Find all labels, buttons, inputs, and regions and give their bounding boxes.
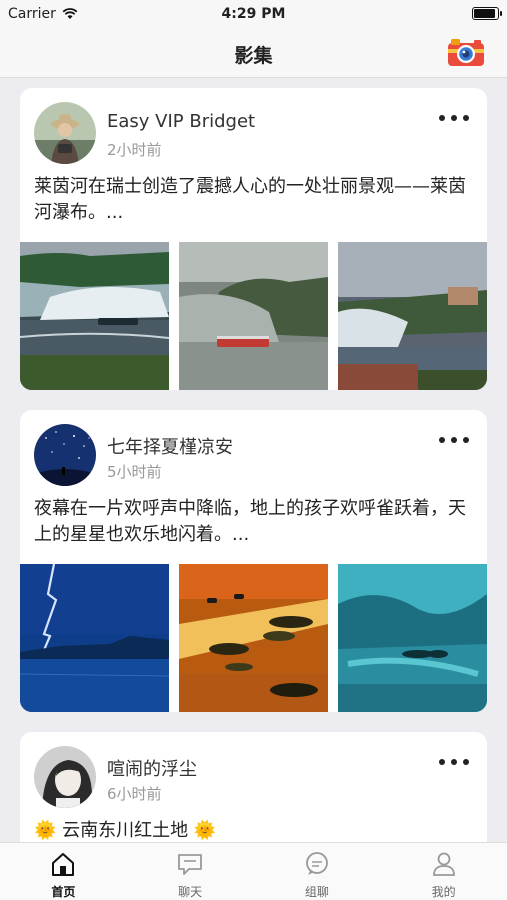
post-card[interactable]: 七年择夏槿凉安 5小时前 夜幕在一片欢呼声中降临，地上的孩子欢呼雀跃着，天上的星… xyxy=(20,410,487,712)
tab-profile[interactable]: 我的 xyxy=(380,843,507,900)
lotus-pond-photo[interactable] xyxy=(179,564,328,712)
post-text[interactable]: 夜幕在一片欢呼声中降临，地上的孩子欢呼雀跃着，天上的星星也欢乐地闪着。... xyxy=(34,496,473,548)
home-icon xyxy=(52,853,75,876)
more-button[interactable] xyxy=(439,110,469,126)
tab-home[interactable]: 首页 xyxy=(0,843,127,900)
camera-icon xyxy=(448,39,484,66)
tab-group-chat[interactable]: 组聊 xyxy=(254,843,381,900)
waterfall-photo[interactable] xyxy=(179,242,328,390)
battery-icon xyxy=(472,7,502,20)
post-text[interactable]: 莱茵河在瑞士创造了震撼人心的一处壮丽景观——莱茵河瀑布。... xyxy=(34,174,473,226)
post-text[interactable]: 🌞 云南东川红土地 🌞 xyxy=(34,818,473,842)
post-card[interactable]: Easy VIP Bridget 2小时前 莱茵河在瑞士创造了震撼人心的一处壮丽… xyxy=(20,88,487,390)
username[interactable]: 喧闹的浮尘 xyxy=(107,755,197,781)
post-time: 2小时前 xyxy=(107,141,162,159)
avatar[interactable] xyxy=(34,424,96,486)
waterfall-photo[interactable] xyxy=(338,242,487,390)
more-button[interactable] xyxy=(439,754,469,770)
post-time: 6小时前 xyxy=(107,785,162,803)
status-bar: Carrier 4:29 PM xyxy=(0,0,507,28)
tab-bar: 首页 聊天 组聊 我的 xyxy=(0,842,507,900)
tab-chat[interactable]: 聊天 xyxy=(127,843,254,900)
tab-label: 聊天 xyxy=(178,885,203,899)
camera-button[interactable] xyxy=(447,37,485,67)
photo-grid xyxy=(20,242,487,390)
avatar[interactable] xyxy=(34,102,96,164)
tab-label: 首页 xyxy=(51,885,76,899)
status-time: 4:29 PM xyxy=(221,6,286,22)
nav-bar: 影集 xyxy=(0,28,507,78)
page-title: 影集 xyxy=(234,45,273,67)
avatar[interactable] xyxy=(34,746,96,808)
photo-grid xyxy=(20,564,487,712)
waterfall-photo[interactable] xyxy=(20,242,169,390)
feed[interactable]: Easy VIP Bridget 2小时前 莱茵河在瑞士创造了震撼人心的一处壮丽… xyxy=(0,78,507,842)
tab-label: 组聊 xyxy=(304,885,329,899)
post-time: 5小时前 xyxy=(107,463,162,481)
more-button[interactable] xyxy=(439,432,469,448)
tab-label: 我的 xyxy=(431,885,456,899)
lake-photo[interactable] xyxy=(338,564,487,712)
chat-icon xyxy=(178,854,203,875)
post-card[interactable]: 喧闹的浮尘 6小时前 🌞 云南东川红土地 🌞 xyxy=(20,732,487,842)
username[interactable]: 七年择夏槿凉安 xyxy=(107,433,233,459)
profile-icon xyxy=(432,852,455,876)
lightning-photo[interactable] xyxy=(20,564,169,712)
username[interactable]: Easy VIP Bridget xyxy=(107,111,255,132)
group-chat-icon xyxy=(305,852,328,875)
